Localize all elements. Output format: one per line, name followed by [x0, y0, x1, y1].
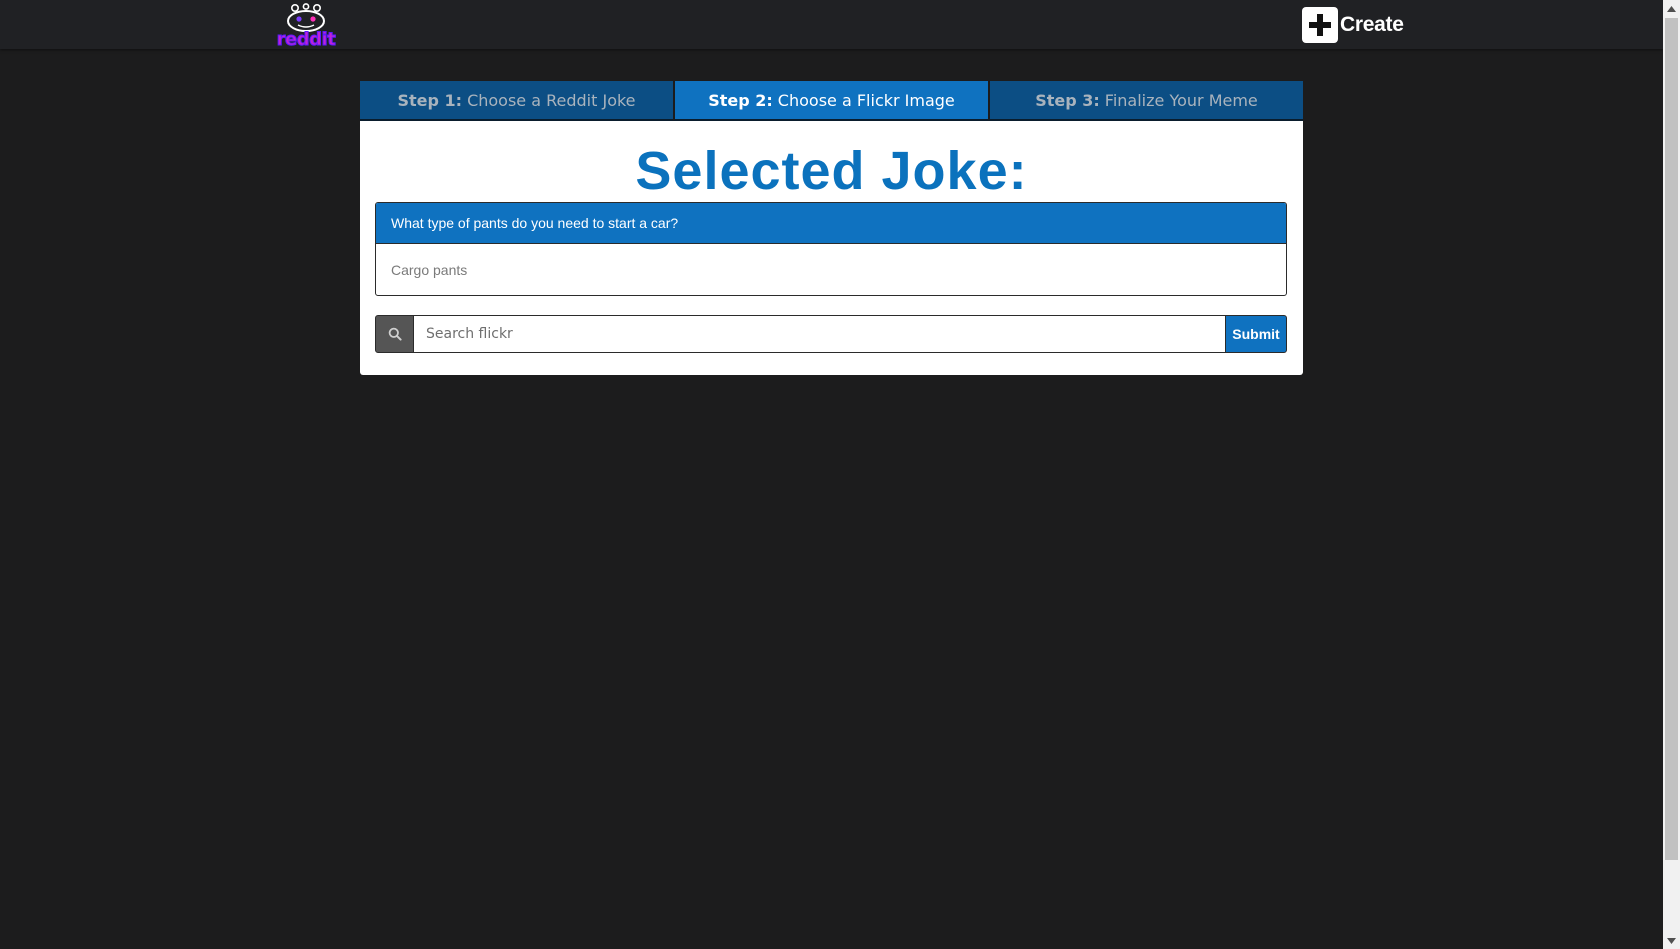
scroll-thumb[interactable] — [1665, 18, 1678, 860]
step-3-label: Finalize Your Meme — [1104, 90, 1258, 110]
step-2-number: Step 2: — [708, 90, 773, 110]
tab-step-2[interactable]: Step 2: Choose a Flickr Image — [673, 81, 988, 121]
page-title: Selected Joke: — [635, 141, 1028, 201]
selected-joke-card: Selected Joke: What type of pants do you… — [360, 121, 1303, 375]
tab-step-3[interactable]: Step 3: Finalize Your Meme — [988, 81, 1303, 121]
joke-answer: Cargo pants — [391, 261, 468, 278]
tab-step-1[interactable]: Step 1: Choose a Reddit Joke — [360, 81, 673, 121]
flickr-search-form: Submit — [375, 315, 1287, 353]
step-1-number: Step 1: — [397, 90, 463, 110]
scroll-up-arrow-icon[interactable] — [1663, 0, 1680, 17]
create-label: Create — [1340, 13, 1404, 36]
search-icon — [375, 315, 414, 353]
joke-question: What type of pants do you need to start … — [376, 203, 1286, 244]
step-1-label: Choose a Reddit Joke — [467, 90, 636, 110]
submit-button[interactable]: Submit — [1225, 315, 1287, 353]
reddit-logo[interactable]: reddit — [259, 2, 353, 51]
step-tabs: Step 1: Choose a Reddit Joke Step 2: Cho… — [360, 81, 1303, 121]
scroll-down-arrow-icon[interactable] — [1663, 932, 1680, 949]
step-3-number: Step 3: — [1035, 90, 1100, 110]
logo-wordmark: reddit — [277, 29, 337, 46]
navbar: reddit Create — [0, 0, 1663, 51]
joke-panel: What type of pants do you need to start … — [375, 202, 1287, 296]
scrollbar[interactable] — [1663, 0, 1680, 949]
step-2-label: Choose a Flickr Image — [777, 90, 955, 110]
create-button[interactable]: Create — [1302, 7, 1404, 43]
plus-icon — [1302, 7, 1338, 43]
search-input[interactable] — [414, 315, 1225, 353]
